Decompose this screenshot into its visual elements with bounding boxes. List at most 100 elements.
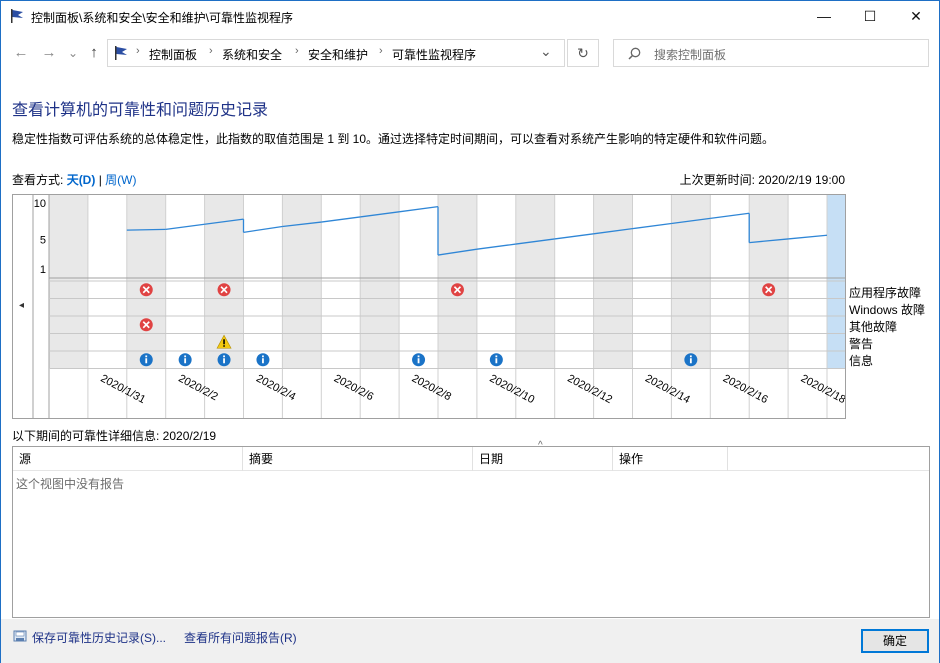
view-day-link[interactable]: 天(D) (67, 173, 96, 187)
day-column (282, 195, 322, 369)
y-tick-label: 10 (34, 198, 46, 210)
breadcrumb-system-security[interactable]: 系统和安全 (222, 46, 282, 63)
search-placeholder: 搜索控制面板 (654, 48, 727, 62)
column-header-source[interactable]: 源 (13, 447, 243, 471)
back-arrow-icon[interactable]: ← (11, 43, 31, 63)
page-description: 稳定性指数可评估系统的总体稳定性，此指数的取值范围是 1 到 10。通过选择特定… (12, 132, 775, 146)
address-bar[interactable]: › 控制面板 › 系统和安全 › 安全和维护 › 可靠性监视程序 ⌄ (107, 39, 565, 67)
view-mode-label: 查看方式: (12, 173, 64, 187)
row-label-app-failures: 应用程序故障 (849, 286, 922, 300)
day-column (749, 195, 789, 369)
row-label-information: 信息 (849, 354, 874, 368)
column-header-summary[interactable]: 摘要 (243, 447, 473, 471)
selected-day-column (827, 195, 866, 369)
info-i-stem (145, 358, 148, 364)
y-tick-label: 1 (40, 264, 46, 276)
day-column (49, 195, 88, 369)
flag-icon (11, 9, 23, 23)
search-box[interactable]: 搜索控制面板 (613, 39, 929, 67)
breadcrumb-separator: › (209, 45, 213, 57)
info-i-stem (495, 358, 498, 364)
reliability-monitor-window: 控制面板\系统和安全\安全和维护\可靠性监视程序 — ☐ ✕ ← → ⌄ ↑ ›… (0, 0, 940, 663)
day-column (788, 195, 827, 369)
row-label-windows-failures: Windows 故障 (849, 303, 926, 317)
info-i-dot (417, 355, 420, 358)
x-axis-date-label: 2020/1/31 (98, 373, 147, 407)
info-i-dot (262, 355, 264, 358)
address-row: ← → ⌄ ↑ › 控制面板 › 系统和安全 › 安全和维护 › 可靠性监视程序… (1, 37, 939, 69)
info-i-stem (223, 358, 225, 364)
view-all-reports-link[interactable]: 查看所有问题报告(R) (184, 629, 297, 646)
breadcrumb-separator: › (295, 45, 299, 57)
view-week-link[interactable]: 周(W) (105, 173, 136, 187)
day-column (593, 195, 633, 369)
table-header: 源 摘要 日期 操作 ^ (13, 440, 929, 471)
up-arrow-icon[interactable]: ↑ (84, 43, 104, 63)
breadcrumb-reliability-monitor[interactable]: 可靠性监视程序 (392, 46, 476, 63)
ok-button[interactable]: 确定 (861, 629, 929, 653)
warning-exclamation-dot (223, 345, 225, 347)
day-column (515, 195, 555, 369)
day-column (126, 195, 166, 369)
view-mode-row: 查看方式: 天(D) | 周(W) (12, 171, 137, 188)
x-axis-date-label: 2020/2/16 (721, 373, 770, 407)
address-dropdown-chevron-icon[interactable]: ⌄ (540, 43, 552, 60)
breadcrumb-separator: › (136, 45, 140, 57)
last-updated: 上次更新时间: 2020/2/19 19:00 (679, 173, 845, 187)
recent-locations-chevron-icon[interactable]: ⌄ (63, 43, 83, 63)
info-i-dot (689, 355, 692, 358)
window-title: 控制面板\系统和安全\安全和维护\可靠性监视程序 (31, 11, 294, 25)
breadcrumb-control-panel[interactable]: 控制面板 (149, 46, 197, 63)
forward-arrow-icon[interactable]: → (39, 43, 59, 63)
save-disk-icon (13, 630, 27, 642)
footer-bar: 保存可靠性历史记录(S)... 查看所有问题报告(R) 确定 (1, 619, 939, 663)
x-axis-date-label: 2020/2/18 (799, 373, 845, 407)
flag-icon (115, 46, 127, 60)
view-separator: | (98, 173, 102, 187)
save-history-link[interactable]: 保存可靠性历史记录(S)... (32, 629, 166, 646)
x-axis-date-label: 2020/2/8 (410, 373, 453, 404)
day-column (399, 195, 438, 369)
info-i-stem (262, 358, 264, 364)
info-i-dot (145, 355, 148, 358)
minimize-button[interactable]: — (801, 1, 847, 31)
day-column (360, 195, 400, 369)
info-i-dot (184, 355, 187, 358)
title-bar: 控制面板\系统和安全\安全和维护\可靠性监视程序 — ☐ ✕ (1, 1, 939, 31)
refresh-button[interactable]: ↻ (567, 39, 599, 67)
close-button[interactable]: ✕ (893, 1, 939, 31)
sort-indicator-icon: ^ (538, 440, 543, 451)
breadcrumb-security-maintenance[interactable]: 安全和维护 (308, 46, 368, 63)
x-axis-date-label: 2020/2/12 (565, 373, 614, 407)
empty-view-message: 这个视图中没有报告 (16, 477, 125, 491)
column-header-date[interactable]: 日期 (473, 447, 613, 471)
details-table: 源 摘要 日期 操作 ^ 这个视图中没有报告 (12, 440, 930, 618)
y-tick-label: 5 (40, 235, 46, 247)
warning-exclamation-mark (223, 339, 225, 345)
day-column (632, 195, 672, 369)
x-axis-date-label: 2020/2/4 (254, 373, 297, 404)
reliability-chart-svg: 10 5 1 2020/1/31 2020/2/2 2020/2/4 2020/2/6 202… (19, 195, 866, 418)
info-i-dot (223, 355, 225, 358)
info-i-dot (495, 355, 498, 358)
day-column (476, 195, 516, 369)
maximize-button[interactable]: ☐ (847, 1, 893, 31)
x-axis-date-label: 2020/2/2 (176, 373, 219, 404)
reliability-chart[interactable]: 10 5 1 2020/1/31 2020/2/2 2020/2/4 2020/2/6 202… (12, 194, 866, 419)
stability-line-segment (126, 228, 166, 231)
day-column (87, 195, 127, 369)
x-axis-date-label: 2020/2/14 (643, 373, 692, 407)
x-axis-date-label: 2020/2/6 (332, 373, 375, 404)
info-i-stem (417, 358, 420, 364)
info-i-stem (689, 358, 692, 364)
column-header-action[interactable]: 操作 (613, 447, 728, 471)
search-icon (628, 47, 641, 60)
x-axis-date-label: 2020/2/10 (487, 373, 536, 407)
day-column (438, 195, 477, 369)
details-period-label: 以下期间的可靠性详细信息: 2020/2/19 (12, 429, 217, 443)
row-label-warnings: 警告 (849, 337, 874, 351)
info-i-stem (184, 358, 187, 364)
scroll-left-arrow-icon: ◂ (19, 300, 24, 311)
day-column (243, 195, 283, 369)
day-column (554, 195, 594, 369)
